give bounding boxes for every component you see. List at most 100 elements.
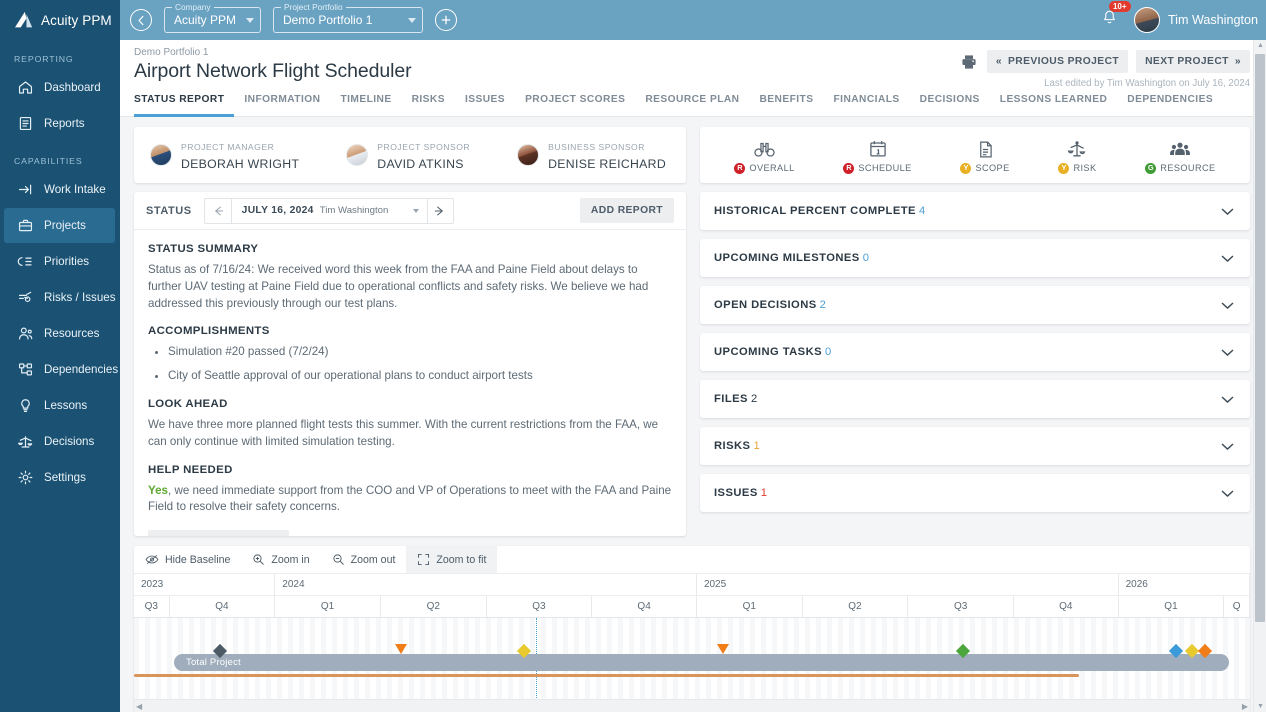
scroll-down-arrow-icon[interactable]: ▼ (1257, 703, 1264, 710)
plus-circle-icon[interactable] (435, 9, 458, 31)
tab-project-scores[interactable]: PROJECT SCORES (515, 94, 635, 117)
status-indicator-schedule[interactable]: R SCHEDULE (843, 137, 911, 174)
sidebar-item-resources[interactable]: Resources (4, 316, 115, 351)
timeline-horizontal-scrollbar[interactable]: ◀ ▶ (134, 699, 1250, 712)
accordion-upcoming-milestones[interactable]: UPCOMING MILESTONES 0 (700, 239, 1250, 277)
tab-benefits[interactable]: BENEFITS (750, 94, 824, 117)
back-arrow-icon[interactable] (130, 9, 152, 31)
printer-icon[interactable] (961, 54, 977, 70)
tab-timeline[interactable]: TIMELINE (330, 94, 401, 117)
sidebar-item-label: Settings (44, 471, 86, 484)
help-needed-answer: Yes (148, 483, 168, 497)
timeline-zoom-in-button[interactable]: Zoom in (241, 546, 320, 573)
content-area: Demo Portfolio 1 Airport Network Flight … (120, 40, 1266, 712)
tab-issues[interactable]: ISSUES (455, 94, 515, 117)
scroll-left-arrow-icon[interactable]: ◀ (136, 702, 142, 711)
person-business-sponsor[interactable]: BUSINESS SPONSOR DENISE REICHARD (517, 137, 666, 173)
accordion-issues[interactable]: ISSUES 1 (700, 474, 1250, 512)
sidebar-item-lessons[interactable]: Lessons (4, 388, 115, 423)
scroll-right-arrow-icon[interactable]: ▶ (1242, 702, 1248, 711)
accordion-open-decisions[interactable]: OPEN DECISIONS 2 (700, 286, 1250, 324)
gantt-bar-total-project[interactable]: Total Project (174, 654, 1229, 671)
accordion-historical-percent-complete[interactable]: HISTORICAL PERCENT COMPLETE 4 (700, 192, 1250, 230)
sidebar-item-label: Resources (44, 327, 100, 340)
person-role: PROJECT MANAGER (181, 142, 275, 152)
avatar[interactable] (1133, 7, 1160, 33)
sidebar-item-label: Dashboard (44, 81, 101, 94)
accordion-count: 2 (819, 299, 827, 311)
report-icon (17, 115, 34, 132)
accordion-title: OPEN DECISIONS (714, 299, 817, 311)
timeline-quarter: Q3 (908, 596, 1014, 617)
timeline-button-label: Zoom to fit (436, 553, 487, 566)
tab-dependencies[interactable]: DEPENDENCIES (1117, 94, 1223, 117)
sidebar-item-priorities[interactable]: Priorities (4, 244, 115, 279)
project-people-card: PROJECT MANAGER DEBORAH WRIGHT PROJECT SPO… (134, 127, 686, 183)
previous-report-arrow-icon[interactable] (205, 199, 231, 223)
milestone-marker[interactable] (717, 644, 729, 654)
milestone-marker[interactable] (395, 644, 407, 654)
status-indicator-risk[interactable]: Y RISK (1058, 137, 1096, 174)
person-project-sponsor[interactable]: PROJECT SPONSOR DAVID ATKINS (346, 137, 470, 173)
next-report-arrow-icon[interactable] (426, 198, 453, 223)
timeline-hide-baseline-button[interactable]: Hide Baseline (134, 546, 241, 573)
timeline-toolbar: Hide Baseline Zoom in Zoom out Zoom to fit (134, 546, 1250, 574)
tab-information[interactable]: INFORMATION (234, 94, 330, 117)
company-select[interactable]: Company Acuity PPM (164, 2, 262, 33)
intake-arrow-icon (17, 181, 34, 198)
tab-resource-plan[interactable]: RESOURCE PLAN (635, 94, 749, 117)
tab-risks[interactable]: RISKS (402, 94, 455, 117)
timeline-quarter: Q4 (170, 596, 276, 617)
sidebar-item-dependencies[interactable]: Dependencies (4, 352, 119, 387)
accordion-count: 0 (825, 346, 832, 358)
scroll-up-arrow-icon[interactable]: ▲ (1257, 42, 1264, 49)
tab-status-report[interactable]: STATUS REPORT (134, 94, 235, 117)
add-report-button[interactable]: ADD REPORT (579, 198, 674, 223)
next-project-button[interactable]: NEXT PROJECT » (1136, 50, 1250, 73)
status-indicator-label: RISK (1073, 163, 1097, 173)
tab-financials[interactable]: FINANCIALS (823, 94, 909, 117)
tab-decisions[interactable]: DECISIONS (910, 94, 990, 117)
user-name[interactable]: Tim Washington (1168, 13, 1258, 27)
status-indicator-resource[interactable]: G RESOURCE (1145, 137, 1215, 174)
accomplishments-list: Simulation #20 passed (7/2/24) City of Se… (168, 344, 672, 385)
report-date-select[interactable]: JULY 16, 2024 Tim Washington (230, 198, 427, 223)
sidebar-item-work-intake[interactable]: Work Intake (4, 172, 115, 207)
sidebar-item-label: Dependencies (44, 363, 119, 376)
avatar (346, 144, 369, 166)
help-needed-heading: HELP NEEDED (148, 463, 233, 476)
previous-project-button[interactable]: « PREVIOUS PROJECT (986, 50, 1129, 73)
sidebar-item-dashboard[interactable]: Dashboard (4, 70, 115, 105)
people-icon (17, 325, 34, 342)
person-role: PROJECT SPONSOR (377, 142, 471, 152)
portfolio-value: Demo Portfolio 1 (283, 13, 373, 27)
portfolio-select[interactable]: Project Portfolio Demo Portfolio 1 (273, 2, 424, 33)
accordion-title: FILES (714, 393, 748, 405)
avatar (517, 144, 540, 166)
accordion-files[interactable]: FILES 2 (700, 380, 1250, 418)
sidebar-item-reports[interactable]: Reports (4, 106, 115, 141)
scrollbar-thumb[interactable] (1255, 54, 1265, 622)
accordion-risks[interactable]: RISKS 1 (700, 427, 1250, 465)
timeline-zoom-out-button[interactable]: Zoom out (321, 546, 407, 573)
timeline-zoom-to-fit-button[interactable]: Zoom to fit (406, 546, 498, 573)
sidebar-item-risks-issues[interactable]: Risks / Issues (4, 280, 116, 315)
priorities-icon (17, 253, 34, 270)
sidebar-item-settings[interactable]: Settings (4, 460, 115, 495)
status-indicator-overall[interactable]: R OVERALL (734, 137, 794, 174)
accordion-title: HISTORICAL PERCENT COMPLETE (714, 205, 916, 217)
tab-lessons-learned[interactable]: LESSONS LEARNED (990, 94, 1118, 117)
notifications-button[interactable]: 10+ (1101, 1, 1131, 31)
accomplishment-item: Simulation #20 passed (7/2/24) (168, 344, 672, 361)
timeline-canvas[interactable]: Total Project (134, 618, 1250, 712)
home-icon (17, 79, 34, 96)
sidebar-item-decisions[interactable]: Decisions (4, 424, 115, 459)
edit-status-report-button[interactable]: EDIT STATUS REPORT (148, 530, 289, 536)
brand-logo[interactable]: Acuity PPM (0, 0, 120, 40)
person-project-manager[interactable]: PROJECT MANAGER DEBORAH WRIGHT (150, 137, 299, 173)
sidebar-item-projects[interactable]: Projects (4, 208, 115, 243)
page-vertical-scrollbar[interactable]: ▲ ▼ (1253, 40, 1266, 712)
accordion-upcoming-tasks[interactable]: UPCOMING TASKS 0 (700, 333, 1250, 371)
status-indicator-scope[interactable]: Y SCOPE (960, 137, 1009, 174)
briefcase-icon (17, 217, 34, 234)
